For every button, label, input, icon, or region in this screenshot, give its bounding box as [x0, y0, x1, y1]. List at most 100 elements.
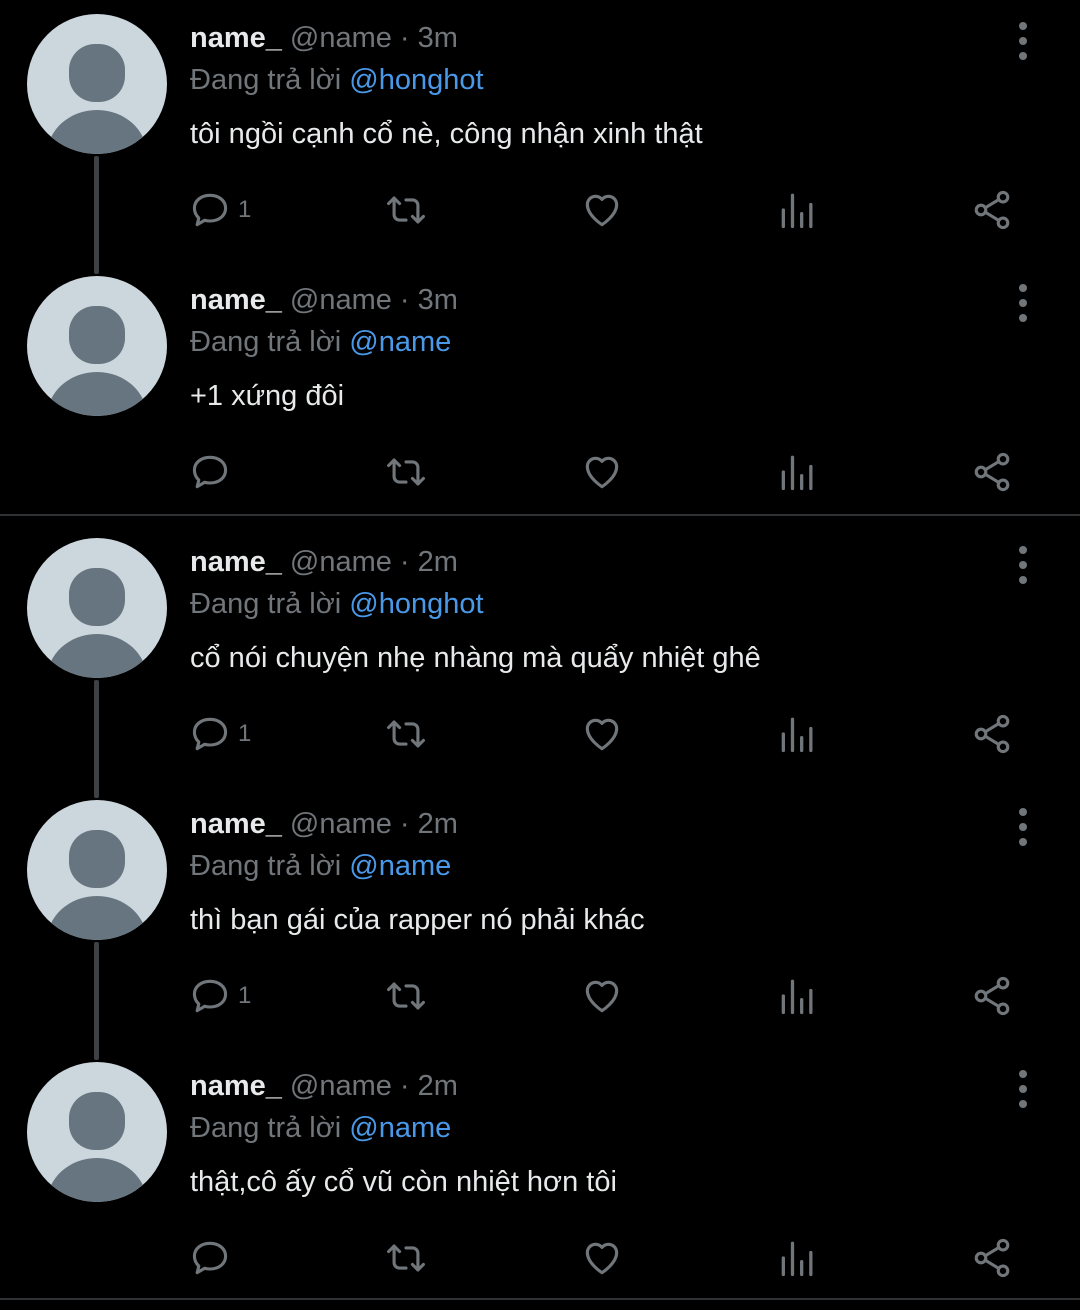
author-name[interactable]: name_ — [190, 546, 282, 578]
retweet-button[interactable] — [384, 694, 428, 774]
avatar[interactable] — [27, 1062, 167, 1202]
reply-button[interactable]: 1 — [188, 956, 251, 1036]
views-button[interactable] — [776, 694, 820, 774]
like-button[interactable] — [580, 432, 624, 512]
tweet[interactable]: name_ @name · 3m Đang trả lời @name +1 xứ… — [0, 262, 1080, 524]
retweet-icon — [387, 196, 425, 224]
tweet[interactable]: name_ @name · 2m Đang trả lời @name thật,… — [0, 1048, 1080, 1310]
reply-icon — [192, 455, 228, 489]
like-button[interactable] — [580, 1218, 624, 1298]
tweet[interactable]: name_ @name · 2m Đang trả lời @honghot cổ… — [0, 524, 1080, 798]
retweet-button[interactable] — [384, 1218, 428, 1298]
action-bar — [0, 1218, 1080, 1298]
timestamp: 2m — [417, 546, 458, 578]
reply-icon — [192, 717, 228, 751]
heart-icon — [585, 980, 619, 1013]
more-icon[interactable] — [1010, 1066, 1036, 1112]
tweet-text: +1 xứng đôi — [190, 380, 345, 412]
share-button[interactable] — [970, 170, 1014, 250]
like-button[interactable] — [580, 956, 624, 1036]
share-icon — [974, 976, 1010, 1016]
retweet-button[interactable] — [384, 956, 428, 1036]
action-bar — [0, 432, 1080, 512]
avatar[interactable] — [27, 14, 167, 154]
tweet-header: name_ @name · 3m — [190, 22, 458, 55]
tweet-header: name_ @name · 2m — [190, 808, 458, 841]
views-button[interactable] — [776, 956, 820, 1036]
mention-link[interactable]: @name — [349, 1112, 451, 1144]
share-button[interactable] — [970, 1218, 1014, 1298]
mention-link[interactable]: @name — [349, 326, 451, 358]
views-button[interactable] — [776, 1218, 820, 1298]
author-handle: @name · 2m — [289, 1070, 458, 1102]
tweet[interactable]: name_ @name · 3m Đang trả lời @honghot tô… — [0, 0, 1080, 274]
views-button[interactable] — [776, 432, 820, 512]
views-icon — [781, 1241, 813, 1277]
more-icon[interactable] — [1010, 542, 1036, 588]
replying-to: Đang trả lời @name — [190, 850, 452, 882]
replying-to: Đang trả lời @honghot — [190, 588, 484, 620]
heart-icon — [585, 194, 619, 227]
reply-icon — [192, 193, 228, 227]
share-button[interactable] — [970, 956, 1014, 1036]
tweet-text: thật,cô ấy cổ vũ còn nhiệt hơn tôi — [190, 1166, 617, 1198]
avatar[interactable] — [27, 538, 167, 678]
reply-count: 1 — [238, 196, 252, 223]
author-handle: @name · 2m — [289, 546, 458, 578]
retweet-icon — [387, 1244, 425, 1272]
author-name[interactable]: name_ — [190, 284, 282, 316]
tweet[interactable]: name_ @name · 2m Đang trả lời @name thì b… — [0, 786, 1080, 1060]
author-name[interactable]: name_ — [190, 22, 282, 54]
reply-count: 1 — [238, 982, 252, 1009]
timestamp: 2m — [417, 808, 458, 840]
action-bar: 1 — [0, 694, 1080, 774]
heart-icon — [585, 456, 619, 489]
action-bar: 1 — [0, 170, 1080, 250]
retweet-button[interactable] — [384, 170, 428, 250]
replying-to: Đang trả lời @name — [190, 326, 452, 358]
reply-count: 1 — [238, 720, 252, 747]
timestamp: 3m — [417, 22, 458, 54]
reply-button[interactable]: 1 — [188, 170, 251, 250]
mention-link[interactable]: @honghot — [349, 64, 483, 96]
mention-link[interactable]: @name — [349, 850, 451, 882]
more-icon[interactable] — [1010, 18, 1036, 64]
views-icon — [781, 979, 813, 1015]
thread-divider — [0, 514, 1080, 516]
timestamp: 2m — [417, 1070, 458, 1102]
retweet-button[interactable] — [384, 432, 428, 512]
reply-button[interactable] — [188, 1218, 238, 1298]
share-button[interactable] — [970, 694, 1014, 774]
share-button[interactable] — [970, 432, 1014, 512]
tweet-text: cổ nói chuyện nhẹ nhàng mà quẩy nhiệt gh… — [190, 642, 761, 674]
like-button[interactable] — [580, 694, 624, 774]
reply-icon — [192, 979, 228, 1013]
avatar[interactable] — [27, 276, 167, 416]
views-icon — [781, 455, 813, 491]
author-name[interactable]: name_ — [190, 808, 282, 840]
author-handle: @name · 3m — [289, 22, 458, 54]
more-icon[interactable] — [1010, 280, 1036, 326]
reply-icon — [192, 1241, 228, 1275]
retweet-icon — [387, 720, 425, 748]
author-name[interactable]: name_ — [190, 1070, 282, 1102]
avatar[interactable] — [27, 800, 167, 940]
tweet-header: name_ @name · 3m — [190, 284, 458, 317]
heart-icon — [585, 718, 619, 751]
views-button[interactable] — [776, 170, 820, 250]
mention-link[interactable]: @honghot — [349, 588, 483, 620]
heart-icon — [585, 1242, 619, 1275]
tweet-text: tôi ngồi cạnh cổ nè, công nhận xinh thật — [190, 118, 703, 150]
retweet-icon — [387, 982, 425, 1010]
timestamp: 3m — [417, 284, 458, 316]
views-icon — [781, 193, 813, 229]
bottom-divider — [0, 1298, 1080, 1300]
more-icon[interactable] — [1010, 804, 1036, 850]
tweet-header: name_ @name · 2m — [190, 1070, 458, 1103]
replying-to: Đang trả lời @name — [190, 1112, 452, 1144]
like-button[interactable] — [580, 170, 624, 250]
reply-button[interactable] — [188, 432, 238, 512]
share-icon — [974, 452, 1010, 492]
action-bar: 1 — [0, 956, 1080, 1036]
reply-button[interactable]: 1 — [188, 694, 251, 774]
